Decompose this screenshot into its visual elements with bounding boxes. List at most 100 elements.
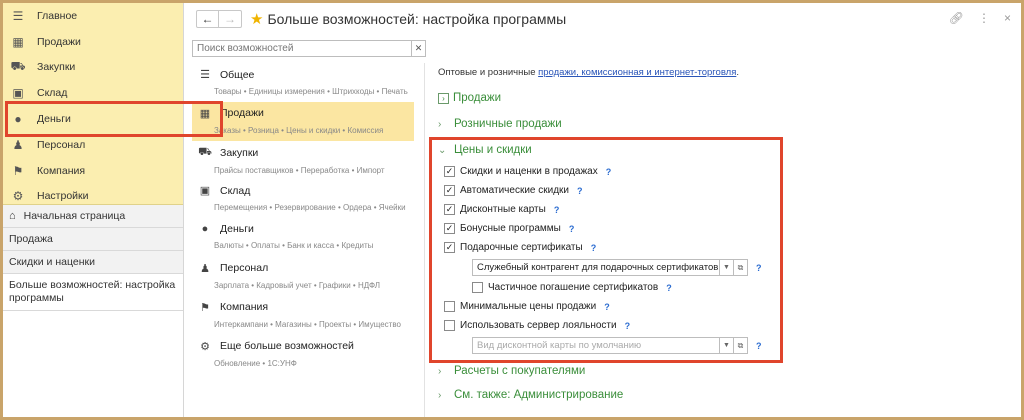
open-window-more-features[interactable]: Больше возможностей: настройка программы xyxy=(3,274,183,311)
category-company[interactable]: ⚑ Компания Интеркампани • Магазины • Прое… xyxy=(192,296,414,335)
intro-text: Оптовые и розничные продажи, комиссионна… xyxy=(438,67,1018,78)
help-icon[interactable]: ? xyxy=(554,205,560,215)
option-label: Подарочные сертификаты xyxy=(460,242,583,253)
checkbox-unchecked[interactable] xyxy=(444,320,455,331)
option-label: Использовать сервер лояльности xyxy=(460,320,617,331)
group-label: Цены и скидки xyxy=(454,144,532,156)
open-window-icon: ⧉ xyxy=(737,262,744,272)
option-gift-certificates[interactable]: ✓ Подарочные сертификаты? xyxy=(438,238,1018,257)
dropdown-button[interactable]: ▼ xyxy=(719,260,733,275)
intro-prefix: Оптовые и розничные xyxy=(438,67,539,78)
category-warehouse[interactable]: ▣ Склад Перемещения • Резервирование • Ор… xyxy=(192,179,414,218)
checkbox-unchecked[interactable] xyxy=(472,282,483,293)
open-window-sale[interactable]: Продажа xyxy=(3,228,183,251)
group-prices[interactable]: ⌄ Цены и скидки xyxy=(438,138,1018,162)
open-window-discounts[interactable]: Скидки и наценки xyxy=(3,251,183,274)
cash-register-icon: ▦ xyxy=(199,107,211,120)
chevron-right-icon: › xyxy=(438,365,442,377)
option-label: Частичное погашение сертификатов xyxy=(488,282,659,293)
sidebar-item-main[interactable]: ☰ Главное xyxy=(3,3,183,29)
help-icon[interactable]: ? xyxy=(625,321,631,331)
group-retail[interactable]: › Розничные продажи xyxy=(438,112,1018,136)
category-money[interactable]: ● Деньги Валюты • Оплаты • Банк и касса •… xyxy=(192,218,414,257)
help-icon[interactable]: ? xyxy=(666,283,672,293)
sales-link[interactable]: продажи, комиссионная и интернет-торговл… xyxy=(538,67,736,78)
more-menu-icon[interactable]: ⋮ xyxy=(978,11,990,25)
checkbox-checked[interactable]: ✓ xyxy=(444,223,455,234)
help-icon[interactable]: ? xyxy=(604,302,610,312)
group-sales[interactable]: › Продажи xyxy=(438,86,1018,110)
option-label: Скидки и наценки в продажах xyxy=(460,166,598,177)
category-purchases[interactable]: ⛟ Закупки Прайсы поставщиков • Переработк… xyxy=(192,141,414,180)
open-window-home[interactable]: ⌂ Начальная страница xyxy=(3,205,183,228)
category-staff[interactable]: ♟ Персонал Зарплата • Кадровый учет • Гра… xyxy=(192,257,414,296)
close-icon: ✕ xyxy=(414,43,423,53)
checkbox-checked[interactable]: ✓ xyxy=(444,166,455,177)
search-input[interactable] xyxy=(193,41,411,56)
cash-register-icon: ▦ xyxy=(12,34,24,49)
option-min-prices[interactable]: Минимальные цены продажи? xyxy=(438,297,1018,316)
sidebar-item-label: Закупки xyxy=(37,61,76,74)
open-button[interactable]: ⧉ xyxy=(733,260,747,275)
checkbox-checked[interactable]: ✓ xyxy=(444,204,455,215)
checkbox-unchecked[interactable] xyxy=(444,301,455,312)
group-settlements[interactable]: › Расчеты с покупателями xyxy=(438,359,1018,383)
open-windows-list: ⌂ Начальная страница Продажа Скидки и нац… xyxy=(3,205,183,417)
open-button[interactable]: ⧉ xyxy=(733,338,747,353)
help-icon[interactable]: ? xyxy=(577,186,583,196)
menu-lines-icon: ☰ xyxy=(200,69,210,81)
category-sales[interactable]: ▦ Продажи Заказы • Розница • Цены и скидк… xyxy=(192,101,414,141)
close-icon[interactable]: × xyxy=(1004,11,1011,25)
select-value: Вид дисконтной карты по умолчанию xyxy=(477,340,642,351)
sidebar-item-money[interactable]: ● Деньги xyxy=(3,106,183,132)
sidebar-item-label: Персонал xyxy=(37,138,86,151)
title-actions: 🔗︎ ⋮ × xyxy=(949,11,1011,25)
option-label: Автоматические скидки xyxy=(460,185,570,196)
sidebar-item-sales[interactable]: ▦ Продажи xyxy=(3,29,183,55)
favorite-star-icon[interactable]: ★ xyxy=(250,10,263,28)
sidebar-item-label: Деньги xyxy=(37,113,71,126)
back-button[interactable]: ← xyxy=(197,11,219,27)
help-icon[interactable]: ? xyxy=(756,341,762,351)
coin-icon: ● xyxy=(201,223,209,236)
category-label: Персонал xyxy=(220,262,269,275)
category-subtitle: Прайсы поставщиков • Переработка • Импор… xyxy=(214,165,385,175)
checkbox-checked[interactable]: ✓ xyxy=(444,242,455,253)
sidebar-item-label: Склад xyxy=(37,87,68,100)
category-subtitle: Товары • Единицы измерения • Штрихкоды •… xyxy=(214,87,408,96)
option-partial-redemption[interactable]: Частичное погашение сертификатов? xyxy=(438,278,1018,297)
sidebar-item-warehouse[interactable]: ▣ Склад xyxy=(3,80,183,106)
option-discounts-markups[interactable]: ✓ Скидки и наценки в продажах? xyxy=(438,162,1018,181)
service-counterparty-select[interactable]: Служебный контрагент для подарочных серт… xyxy=(472,259,748,276)
category-label: Деньги xyxy=(220,223,254,236)
category-general[interactable]: ☰ Общее Товары • Единицы измерения • Штри… xyxy=(192,63,414,102)
option-auto-discounts[interactable]: ✓ Автоматические скидки? xyxy=(438,181,1018,200)
clear-search-button[interactable]: ✕ xyxy=(411,41,425,56)
category-label: Общее xyxy=(220,68,255,81)
dropdown-button[interactable]: ▼ xyxy=(719,338,733,353)
gear-icon: ⚙ xyxy=(200,340,210,353)
default-card-type-select[interactable]: Вид дисконтной карты по умолчанию ▼ ⧉ xyxy=(472,337,748,354)
link-icon[interactable]: 🔗︎ xyxy=(949,11,964,25)
help-icon[interactable]: ? xyxy=(591,243,597,253)
sidebar-item-company[interactable]: ⚑ Компания xyxy=(3,158,183,184)
help-icon[interactable]: ? xyxy=(569,224,575,234)
checkbox-checked[interactable]: ✓ xyxy=(444,185,455,196)
group-see-also[interactable]: › См. также: Администрирование xyxy=(438,383,1018,407)
category-more[interactable]: ⚙ Еще больше возможностей Обновление • 1С… xyxy=(192,335,414,374)
chevron-right-icon: › xyxy=(438,389,442,401)
sidebar-item-purchases[interactable]: ⛟ Закупки xyxy=(3,55,183,81)
help-icon[interactable]: ? xyxy=(606,167,612,177)
intro-end: . xyxy=(736,67,739,78)
help-icon[interactable]: ? xyxy=(756,263,762,273)
category-label: Закупки xyxy=(220,146,259,159)
option-loyalty-server[interactable]: Использовать сервер лояльности? xyxy=(438,316,1018,335)
option-discount-cards[interactable]: ✓ Дисконтные карты? xyxy=(438,200,1018,219)
forward-button[interactable]: → xyxy=(219,11,241,27)
service-counterparty-row: Служебный контрагент для подарочных серт… xyxy=(438,257,1018,278)
option-bonus-programs[interactable]: ✓ Бонусные программы? xyxy=(438,219,1018,238)
person-icon: ♟ xyxy=(12,137,24,152)
person-icon: ♟ xyxy=(200,262,210,275)
sidebar-item-staff[interactable]: ♟ Персонал xyxy=(3,132,183,158)
category-subtitle: Заказы • Розница • Цены и скидки • Комис… xyxy=(214,125,384,135)
